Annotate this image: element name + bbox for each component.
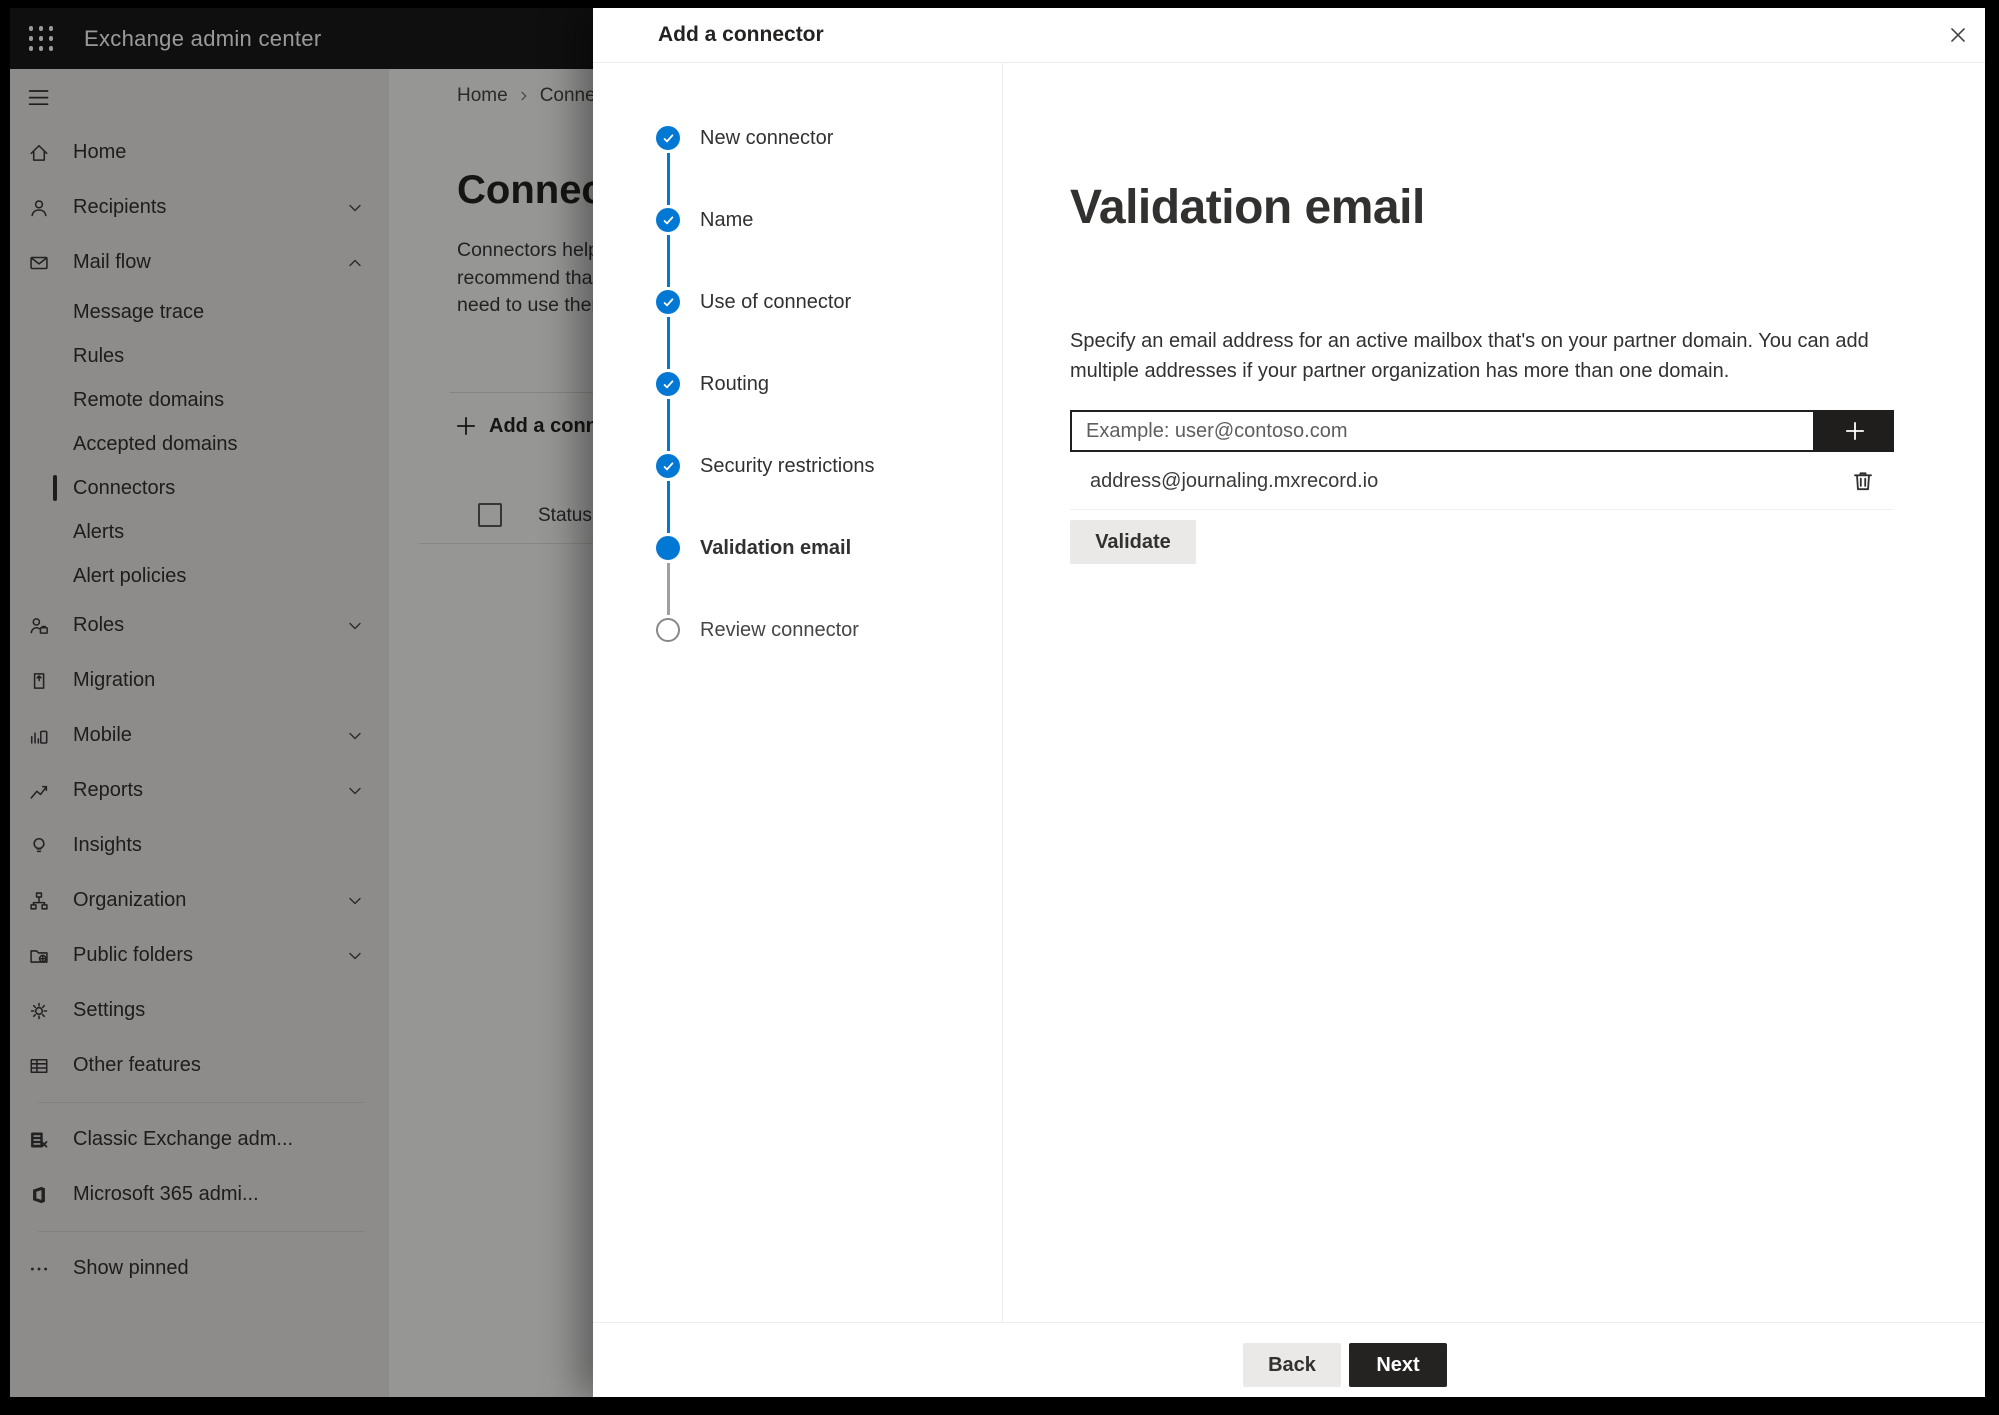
- add-address-button[interactable]: [1815, 410, 1894, 452]
- step-description-line: multiple addresses if your partner organ…: [1070, 360, 1730, 382]
- step-description-line: Specify an email address for an active m…: [1070, 330, 1869, 352]
- modal-header: Add a connector: [593, 8, 1985, 63]
- close-icon: [1947, 24, 1969, 46]
- delete-address-button[interactable]: [1849, 467, 1877, 495]
- add-connector-modal: Add a connector New connector Name Use o…: [593, 8, 1985, 1397]
- modal-footer: Back Next: [593, 1322, 1985, 1397]
- step-heading: Validation email: [1070, 181, 1425, 234]
- modal-title: Add a connector: [658, 23, 824, 46]
- step-label: Routing: [700, 372, 769, 395]
- step-review-connector: Review connector: [656, 618, 859, 642]
- step-use-of-connector: Use of connector: [656, 290, 851, 314]
- trash-icon: [1850, 468, 1876, 494]
- step-label: Name: [700, 208, 754, 231]
- step-connector-line: [666, 153, 670, 205]
- screen: Exchange admin center Home Recipients Ma…: [10, 8, 1985, 1397]
- step-label: Review connector: [700, 618, 859, 641]
- step-label: Security restrictions: [700, 454, 875, 477]
- step-name: Name: [656, 208, 753, 232]
- step-label: New connector: [700, 126, 834, 149]
- step-circle: [656, 126, 680, 150]
- address-row: address@journaling.mxrecord.io: [1070, 455, 1894, 507]
- step-circle: [656, 290, 680, 314]
- step-circle: [656, 372, 680, 396]
- wizard-stepper: New connector Name Use of connector Rout…: [593, 63, 1003, 1322]
- step-connector-line: [666, 235, 670, 287]
- step-connector-line: [666, 481, 670, 533]
- step-connector-line: [666, 563, 670, 615]
- step-connector-line: [666, 317, 670, 369]
- step-validation-email: Validation email: [656, 536, 851, 560]
- step-circle: [656, 618, 680, 642]
- step-label: Validation email: [700, 536, 852, 559]
- step-security-restrictions: Security restrictions: [656, 454, 875, 478]
- step-label: Use of connector: [700, 290, 852, 313]
- plus-icon: [1843, 419, 1867, 443]
- validate-button[interactable]: Validate: [1070, 520, 1196, 564]
- close-button[interactable]: [1944, 21, 1972, 49]
- step-description: Specify an email address for an active m…: [1070, 326, 1869, 386]
- step-circle: [656, 454, 680, 478]
- step-new-connector: New connector: [656, 126, 833, 150]
- step-circle: [656, 208, 680, 232]
- step-circle: [656, 536, 680, 560]
- step-connector-line: [666, 399, 670, 451]
- email-address-input[interactable]: [1070, 410, 1815, 452]
- address-text: address@journaling.mxrecord.io: [1090, 469, 1379, 492]
- back-button[interactable]: Back: [1243, 1343, 1341, 1387]
- next-button[interactable]: Next: [1349, 1343, 1447, 1387]
- step-routing: Routing: [656, 372, 769, 396]
- divider: [1070, 509, 1894, 510]
- validation-email-panel: Validation email Specify an email addres…: [1003, 63, 1985, 1322]
